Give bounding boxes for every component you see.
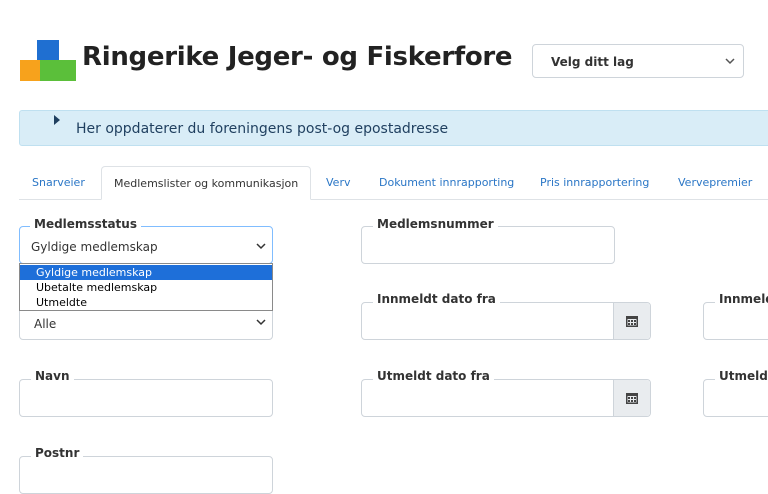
site-title: Ringerike Jeger- og Fiskerfore [82, 42, 513, 72]
innmeldt-fra-calendar-button[interactable] [613, 303, 650, 339]
option-gyldige[interactable]: Gyldige medlemskap [20, 265, 272, 280]
innmeldt-til-label: Innmeld [715, 292, 768, 306]
tab-pris-innrapportering[interactable]: Pris innrapportering [528, 166, 661, 200]
chevron-down-icon [256, 243, 266, 250]
innmeldt-fra-input[interactable] [361, 302, 651, 340]
tab-snarveier[interactable]: Snarveier [20, 166, 97, 200]
medlemsnummer-input[interactable] [361, 226, 615, 264]
postnr-input[interactable] [19, 456, 273, 494]
medlemsstatus-value: Gyldige medlemskap [31, 240, 158, 254]
medlemsnummer-label: Medlemsnummer [373, 217, 498, 231]
navn-input[interactable] [19, 379, 273, 417]
medlemsstatus-label: Medlemsstatus [30, 217, 141, 231]
innmeldt-til-input[interactable] [703, 302, 768, 340]
utmeldt-fra-calendar-button[interactable] [613, 380, 650, 416]
tab-vervepremier[interactable]: Vervepremier [666, 166, 764, 200]
info-banner[interactable]: Her oppdaterer du foreningens post-og ep… [19, 110, 768, 146]
option-utmeldte[interactable]: Utmeldte [20, 295, 272, 310]
status-filter-value: Alle [34, 317, 57, 331]
tab-medlemslister[interactable]: Medlemslister og kommunikasjon [101, 166, 312, 200]
caret-right-icon [54, 115, 60, 125]
utmeldt-til-label: Utmeldt [715, 369, 768, 383]
medlemsstatus-dropdown: Gyldige medlemskap Ubetalte medlemskap U… [19, 263, 273, 311]
tab-verv[interactable]: Verv [314, 166, 362, 200]
utmeldt-fra-input[interactable] [361, 379, 651, 417]
utmeldt-til-input[interactable] [703, 379, 768, 417]
innmeldt-fra-label: Innmeldt dato fra [373, 292, 500, 306]
chevron-down-icon [725, 58, 735, 65]
calendar-icon [626, 393, 638, 404]
postnr-label: Postnr [31, 446, 84, 460]
navn-label: Navn [31, 369, 74, 383]
banner-text: Her oppdaterer du foreningens post-og ep… [76, 121, 449, 137]
medlemsstatus-select[interactable]: Gyldige medlemskap [19, 226, 273, 264]
app-blocks-logo-icon [20, 40, 76, 81]
option-ubetalte[interactable]: Ubetalte medlemskap [20, 280, 272, 295]
team-select[interactable]: Velg ditt lag [532, 44, 744, 78]
chevron-down-icon [256, 319, 266, 326]
calendar-icon [626, 316, 638, 327]
utmeldt-fra-label: Utmeldt dato fra [373, 369, 494, 383]
team-select-value: Velg ditt lag [551, 55, 634, 69]
tab-dokument-innrapporting[interactable]: Dokument innrapporting [367, 166, 526, 200]
